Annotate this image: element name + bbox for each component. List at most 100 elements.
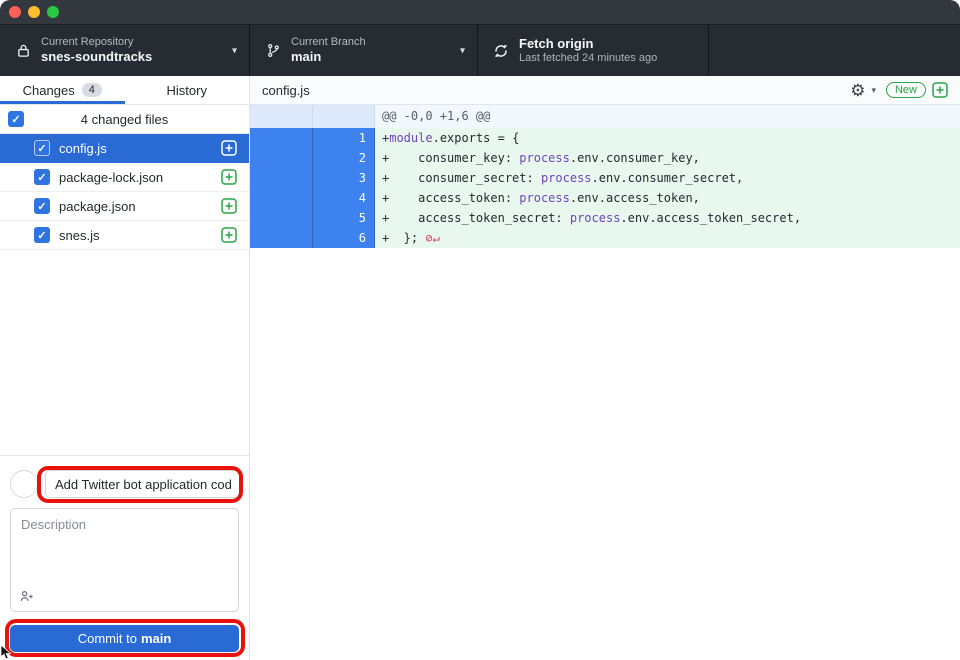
- code-segment: + access_token_secret:: [382, 211, 570, 225]
- code-segment: .env.consumer_key,: [570, 151, 700, 165]
- code-segment: process: [519, 151, 570, 165]
- diff-code-line: + consumer_secret: process.env.consumer_…: [375, 168, 960, 188]
- diff-code-line: +module.exports = {: [375, 128, 960, 148]
- commit-button-prefix: Commit to: [78, 631, 137, 646]
- code-segment: .env.consumer_secret,: [592, 171, 744, 185]
- code-segment: .exports = {: [433, 131, 520, 145]
- chevron-down-icon[interactable]: ▾: [871, 85, 876, 96]
- diff-added-line[interactable]: 3+ consumer_secret: process.env.consumer…: [250, 168, 960, 188]
- diff-added-line[interactable]: 5+ access_token_secret: process.env.acce…: [250, 208, 960, 228]
- diff-gutter-new[interactable]: 2: [313, 148, 375, 168]
- tab-history[interactable]: History: [125, 76, 250, 104]
- code-segment: + consumer_secret:: [382, 171, 541, 185]
- current-branch-label: Current Branch: [291, 36, 366, 50]
- diff-gutter-old[interactable]: [250, 228, 313, 248]
- no-newline-icon: ⊘↵: [418, 231, 440, 245]
- diff-added-line[interactable]: 6+ }; ⊘↵: [250, 228, 960, 248]
- diff-gutter-new[interactable]: 1: [313, 128, 375, 148]
- diff-view: @@ -0,0 +1,6 @@1+module.exports = {2+ co…: [250, 105, 960, 660]
- commit-description-box: [10, 508, 239, 612]
- file-status-added-icon: [221, 140, 237, 156]
- add-coauthor-icon[interactable]: [19, 589, 34, 604]
- toolbar-empty-area: [709, 25, 960, 76]
- avatar: [10, 470, 38, 498]
- commit-description-input[interactable]: [11, 509, 238, 611]
- diff-added-line[interactable]: 1+module.exports = {: [250, 128, 960, 148]
- code-segment: process: [570, 211, 621, 225]
- fetch-origin-title: Fetch origin: [519, 36, 657, 52]
- diff-gutter-new[interactable]: 6: [313, 228, 375, 248]
- file-row-package.json[interactable]: ✓ package.json: [0, 192, 249, 221]
- diff-gutter-old[interactable]: [250, 128, 313, 148]
- current-branch-dropdown[interactable]: Current Branch main ▾: [250, 25, 478, 76]
- select-all-row[interactable]: ✓ 4 changed files: [0, 105, 249, 134]
- code-segment: .env.access_token_secret,: [620, 211, 801, 225]
- code-segment: .env.access_token,: [570, 191, 700, 205]
- changes-sidebar: Changes 4 History ✓ 4 changed files ✓ con…: [0, 76, 250, 660]
- diff-gutter-old[interactable]: [250, 188, 313, 208]
- file-checkbox[interactable]: ✓: [34, 140, 50, 156]
- code-segment: + access_token:: [382, 191, 519, 205]
- file-status-added-icon: [221, 198, 237, 214]
- diff-file-title: config.js: [262, 83, 310, 98]
- tab-history-label: History: [167, 83, 207, 98]
- file-name: snes.js: [59, 228, 212, 243]
- file-checkbox[interactable]: ✓: [34, 169, 50, 185]
- diff-code-line: + }; ⊘↵: [375, 228, 960, 248]
- diff-code-line: + access_token_secret: process.env.acces…: [375, 208, 960, 228]
- current-repository-name: snes-soundtracks: [41, 49, 152, 65]
- titlebar[interactable]: [0, 0, 960, 25]
- diff-gutter-new[interactable]: 4: [313, 188, 375, 208]
- sidebar-empty-area: [0, 250, 249, 455]
- close-window-button[interactable]: [9, 6, 21, 18]
- minimize-window-button[interactable]: [28, 6, 40, 18]
- commit-button-branch: main: [141, 631, 171, 646]
- fetch-origin-subtitle: Last fetched 24 minutes ago: [519, 52, 657, 66]
- app-toolbar: Current Repository snes-soundtracks ▾: [0, 25, 960, 76]
- code-segment: process: [519, 191, 570, 205]
- commit-summary-input[interactable]: [45, 470, 241, 498]
- file-status-added-icon: [221, 227, 237, 243]
- chevron-down-icon: ▾: [232, 45, 237, 56]
- code-segment: + consumer_key:: [382, 151, 519, 165]
- chevron-down-icon: ▾: [460, 45, 465, 56]
- diff-added-line[interactable]: 4+ access_token: process.env.access_toke…: [250, 188, 960, 208]
- file-checkbox[interactable]: ✓: [34, 227, 50, 243]
- diff-panel: config.js ⚙ ▾ New @@ -0,0 +1,6 @@1+: [250, 76, 960, 660]
- current-branch-name: main: [291, 49, 366, 65]
- fetch-origin-button[interactable]: Fetch origin Last fetched 24 minutes ago: [478, 25, 709, 76]
- gear-icon[interactable]: ⚙: [850, 82, 865, 99]
- file-row-package-lock.json[interactable]: ✓ package-lock.json: [0, 163, 249, 192]
- zoom-window-button[interactable]: [47, 6, 59, 18]
- tab-changes[interactable]: Changes 4: [0, 76, 125, 104]
- code-segment: process: [541, 171, 592, 185]
- diff-code-line: + access_token: process.env.access_token…: [375, 188, 960, 208]
- current-repository-dropdown[interactable]: Current Repository snes-soundtracks ▾: [0, 25, 250, 76]
- diff-header: config.js ⚙ ▾ New: [250, 76, 960, 105]
- sync-icon: [492, 43, 510, 59]
- diff-gutter-new[interactable]: [313, 105, 375, 128]
- commit-button[interactable]: Commit to main: [10, 625, 239, 652]
- changed-files-count: 4 changed files: [0, 112, 249, 127]
- code-segment: module: [389, 131, 432, 145]
- file-name: package-lock.json: [59, 170, 212, 185]
- plus-square-icon: [932, 82, 948, 98]
- diff-gutter-old[interactable]: [250, 105, 313, 128]
- diff-hunk-header: @@ -0,0 +1,6 @@: [250, 105, 960, 128]
- diff-gutter-new[interactable]: 5: [313, 208, 375, 228]
- diff-gutter-old[interactable]: [250, 168, 313, 188]
- file-status-added-icon: [221, 169, 237, 185]
- file-checkbox[interactable]: ✓: [34, 198, 50, 214]
- file-row-snes.js[interactable]: ✓ snes.js: [0, 221, 249, 250]
- commit-form: Commit to main: [0, 455, 249, 660]
- diff-gutter-new[interactable]: 3: [313, 168, 375, 188]
- file-status-new-badge: New: [886, 82, 926, 98]
- file-name: package.json: [59, 199, 212, 214]
- github-desktop-window: Current Repository snes-soundtracks ▾: [0, 0, 960, 660]
- file-row-config.js[interactable]: ✓ config.js: [0, 134, 249, 163]
- file-name: config.js: [59, 141, 212, 156]
- diff-gutter-old[interactable]: [250, 208, 313, 228]
- diff-gutter-old[interactable]: [250, 148, 313, 168]
- lock-icon: [14, 43, 32, 58]
- diff-added-line[interactable]: 2 + consumer_key: process.env.consumer_ke…: [250, 148, 960, 168]
